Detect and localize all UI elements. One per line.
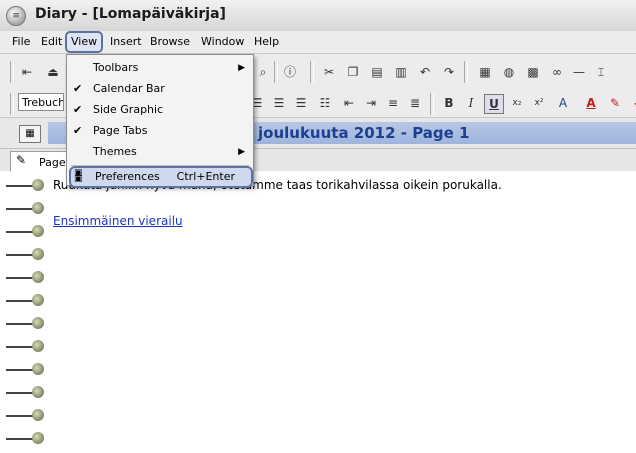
toolbar-separator: [310, 61, 314, 83]
checkmark-icon: ✔: [73, 124, 83, 137]
font-size-icon[interactable]: A: [554, 94, 572, 112]
submenu-arrow-icon: ▶: [238, 63, 245, 73]
menu-item-label: Themes: [93, 145, 137, 158]
calendar-icon[interactable]: ▦: [19, 125, 41, 143]
toolbar-separator: [10, 61, 14, 83]
menu-insert[interactable]: Insert: [106, 34, 146, 50]
toolbar-separator: [464, 61, 468, 83]
tab-label: Page: [39, 156, 66, 169]
insert-web-icon[interactable]: ◍: [500, 63, 518, 81]
toolbar-separator: [10, 93, 14, 115]
spiral-ring-icon: [6, 409, 44, 423]
menu-item-themes[interactable]: Themes ▶: [67, 142, 253, 162]
justify-icon[interactable]: ☰: [292, 94, 310, 112]
subscript-icon[interactable]: x₂: [508, 94, 526, 112]
menu-bar: File Edit View Insert Browse Window Help: [0, 31, 636, 54]
insert-table-icon[interactable]: ▩: [524, 63, 542, 81]
paste-special-icon[interactable]: ▥: [392, 63, 410, 81]
spiral-ring-icon: [6, 225, 44, 239]
copy-icon[interactable]: ❐: [344, 63, 362, 81]
menu-item-label: Toolbars: [93, 61, 139, 74]
bold-icon[interactable]: B: [440, 94, 458, 112]
align-right-icon[interactable]: ☰: [270, 94, 288, 112]
spiral-ring-icon: [6, 363, 44, 377]
preferences-icon: ▣ ▣: [74, 168, 83, 184]
menu-item-label: Preferences: [95, 170, 160, 183]
spiral-binding: [0, 171, 50, 453]
paste-icon[interactable]: ▤: [368, 63, 386, 81]
spiral-ring-icon: [6, 386, 44, 400]
font-family-select[interactable]: Trebuche: [18, 93, 64, 111]
spiral-ring-icon: [6, 432, 44, 446]
spiral-ring-icon: [6, 202, 44, 216]
edit-page-icon: ✎: [16, 153, 27, 167]
menu-window[interactable]: Window: [197, 34, 248, 50]
toolbar-separator: [430, 93, 434, 115]
highlight-icon[interactable]: ✎: [606, 94, 624, 112]
redo-icon[interactable]: ↷: [440, 63, 458, 81]
page-break-icon[interactable]: ⌶: [592, 63, 610, 81]
undo-icon[interactable]: ↶: [416, 63, 434, 81]
checkmark-icon: ✔: [73, 82, 83, 95]
spiral-ring-icon: [6, 179, 44, 193]
more-icon[interactable]: ◂: [628, 94, 636, 112]
app-menu-icon[interactable]: ≡: [6, 6, 26, 26]
submenu-arrow-icon: ▶: [238, 147, 245, 157]
menu-edit[interactable]: Edit: [37, 34, 66, 50]
back-icon[interactable]: ⇤: [18, 63, 36, 81]
menu-item-page-tabs[interactable]: ✔ Page Tabs: [67, 121, 253, 141]
spiral-ring-icon: [6, 317, 44, 331]
window-title: Diary - [Lomapäiväkirja]: [35, 6, 226, 22]
horizontal-rule-icon[interactable]: ≡: [384, 94, 402, 112]
outdent-icon[interactable]: ⇤: [340, 94, 358, 112]
spiral-ring-icon: [6, 294, 44, 308]
binoculars-icon[interactable]: ⌕: [254, 63, 272, 81]
spiral-ring-icon: [6, 271, 44, 285]
menu-help[interactable]: Help: [250, 34, 283, 50]
menu-item-toolbars[interactable]: Toolbars ▶: [67, 58, 253, 78]
paragraph-icon[interactable]: ≣: [406, 94, 424, 112]
cut-icon[interactable]: ✂: [320, 63, 338, 81]
menu-item-label: Side Graphic: [93, 103, 164, 116]
bullet-list-icon[interactable]: ☷: [316, 94, 334, 112]
tab-page[interactable]: ✎ Page: [10, 151, 68, 171]
title-bar: ≡ Diary - [Lomapäiväkirja]: [0, 0, 636, 32]
spiral-ring-icon: [6, 340, 44, 354]
italic-icon[interactable]: I: [462, 94, 480, 112]
open-icon[interactable]: ⏏: [44, 63, 62, 81]
menu-item-side-graphic[interactable]: ✔ Side Graphic: [67, 100, 253, 120]
info-icon[interactable]: ⓘ: [281, 63, 299, 81]
checkmark-icon: ✔: [73, 103, 83, 116]
menu-item-calendar-bar[interactable]: ✔ Calendar Bar: [67, 79, 253, 99]
insert-image-icon[interactable]: ▦: [476, 63, 494, 81]
spiral-ring-icon: [6, 248, 44, 262]
toolbar-separator: [274, 61, 278, 83]
menu-view[interactable]: View: [65, 31, 104, 53]
font-color-icon[interactable]: A: [582, 94, 600, 112]
page-link[interactable]: Ensimmäinen vierailu: [53, 214, 183, 228]
superscript-icon[interactable]: x²: [530, 94, 548, 112]
underline-icon[interactable]: U: [484, 94, 504, 114]
view-menu-dropdown: Toolbars ▶ ✔ Calendar Bar ✔ Side Graphic…: [66, 54, 254, 188]
menu-browse[interactable]: Browse: [146, 34, 194, 50]
indent-icon[interactable]: ⇥: [362, 94, 380, 112]
menu-item-label: Page Tabs: [93, 124, 148, 137]
insert-link-icon[interactable]: ∞: [548, 63, 566, 81]
menu-item-shortcut: Ctrl+Enter: [176, 170, 235, 183]
menu-file[interactable]: File: [8, 34, 34, 50]
horizontal-line-icon[interactable]: —: [570, 63, 588, 81]
menu-item-label: Calendar Bar: [93, 82, 165, 95]
menu-item-preferences[interactable]: ▣ ▣ Preferences Ctrl+Enter: [69, 166, 253, 188]
date-heading: joulukuuta 2012 - Page 1: [258, 124, 470, 142]
